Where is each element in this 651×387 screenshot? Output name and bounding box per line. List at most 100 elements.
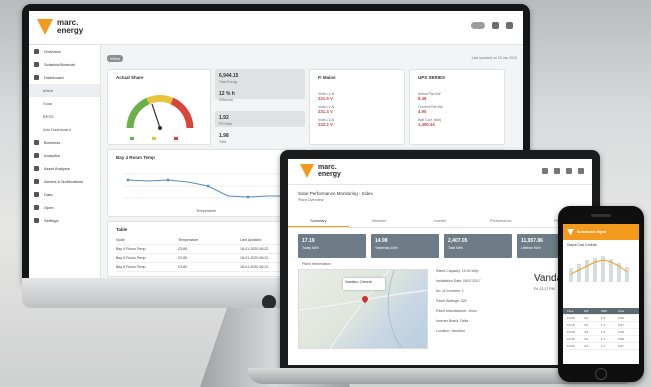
laptop-page-title: Solar Performance Monitoring - Index — [298, 191, 373, 196]
plant-info-list: Rated Capacity: 10.00 kWp Installation D… — [436, 269, 526, 339]
sidebar-item-label: Add Dashboard — [43, 127, 71, 132]
laptop-page-subtitle: Plant Overview — [298, 198, 324, 202]
mains-card: P. Mains Volts L1-N 231.9 V Volts L2-N 2… — [309, 69, 405, 145]
metric-value: 231.4 V — [318, 109, 333, 114]
sidebar-item-emon[interactable]: eMon — [29, 84, 100, 97]
asset-icon — [34, 166, 39, 171]
sidebar-item-business[interactable]: Business — [29, 136, 100, 149]
phone-home-button[interactable] — [595, 368, 607, 380]
table-cell: 23.85 — [178, 256, 187, 260]
sidebar-item-analytics[interactable]: Analytics — [29, 149, 100, 162]
brand-line1: marc. — [318, 164, 337, 171]
phone-cell: 4.4 — [584, 344, 589, 348]
filter-icon[interactable] — [542, 168, 548, 174]
phone-cell: 1.1 — [601, 337, 606, 341]
table-row[interactable]: Bay 5 Room Temp 23.85 18-01-2020 06:22 — [116, 254, 302, 263]
sidebar-item-open[interactable]: Open — [29, 201, 100, 214]
kpi-total: 2,407.05 Total kWh — [444, 234, 512, 258]
map-coastline — [387, 270, 405, 348]
tab-summary[interactable]: Summary — [288, 214, 349, 227]
tab-weather[interactable]: Weather — [349, 214, 410, 227]
temperature-point — [166, 178, 170, 182]
plant-info-row: No. of Inverters: 1 — [436, 289, 464, 293]
plant-location-map[interactable]: Vandalur, Chennai — [298, 269, 428, 349]
tile-value: 1.98 — [219, 133, 229, 139]
phone-cell: 12:30 — [567, 330, 575, 334]
sidebar-item-network[interactable]: Solarlink/Network — [29, 58, 100, 71]
sidebar-item-overview[interactable]: Overview — [29, 45, 100, 58]
tab-inverter[interactable]: Inverter — [410, 214, 471, 227]
sidebar-item-bess[interactable]: BESS — [29, 110, 100, 123]
more-icon[interactable] — [578, 168, 584, 174]
kpi-tile-efficiency: 12 % h Efficiency — [215, 87, 305, 107]
laptop-brand-text: marc. energy — [318, 164, 341, 178]
table-cell: Bay 4 Room Temp — [116, 247, 146, 251]
phone-cell: 0.29 — [618, 330, 624, 334]
marc-energy-logo-icon — [567, 228, 574, 236]
gauge-arc-green — [126, 97, 150, 129]
weather-time: Fri 12:17 PM — [534, 287, 555, 291]
theme-toggle-icon[interactable] — [471, 22, 485, 29]
phone-cell: 0.25 — [618, 316, 624, 320]
plant-info-row: Location: Vandalur — [436, 329, 465, 333]
sidebar-item-solar[interactable]: Solar — [29, 97, 100, 110]
ups-card: UPS SERIES Active Pwr kW 8.48 Current Pw… — [409, 69, 505, 145]
topbar-icons — [471, 22, 513, 29]
tile-value: 1.92 — [219, 115, 229, 121]
phone-cell: 12:45 — [567, 337, 575, 341]
briefcase-icon — [34, 140, 39, 145]
sidebar-item-label: Alarms & Notifications — [44, 179, 84, 184]
user-icon[interactable] — [492, 22, 499, 29]
sidebar-item-dashboard[interactable]: Dashboard — [29, 71, 100, 84]
page-chip[interactable]: eMon — [107, 54, 124, 62]
table-row[interactable]: 12:15 4.5 1.1 0.27 — [563, 322, 639, 329]
laptop-topbar: marc. energy — [288, 159, 592, 185]
temperature-line-chart — [124, 173, 298, 199]
table-row[interactable]: Bay 6 Room Temp 23.82 18-01-2020 06:22 — [116, 263, 302, 272]
kpi-value: 17.19 — [302, 238, 315, 244]
database-icon — [34, 192, 39, 197]
sidebar-item-label: Business — [44, 140, 61, 145]
plant-info-row: Inverter Brand: Delta — [436, 319, 469, 323]
node-table: Node Temperature Last Updated Bay 4 Room… — [116, 236, 302, 272]
laptop-tabs: Summary Weather Inverter Performance Fin… — [288, 214, 592, 228]
phone-cell: 12:15 — [567, 323, 575, 327]
brand[interactable]: marc. energy — [37, 19, 83, 35]
kpi-yesterday: 14.98 Yesterday kWh — [371, 234, 439, 258]
user-icon[interactable] — [566, 168, 572, 174]
sidebar-item-label: Overview — [44, 49, 61, 54]
tile-label: PR Ratio — [219, 122, 233, 126]
tab-performance[interactable]: Performance — [470, 214, 531, 227]
table-row[interactable]: 12:30 4.8 1.2 0.29 — [563, 329, 639, 336]
phone-table: Time kW kWh Cost 12:00 4.2 1.0 0.25 12:1… — [563, 308, 639, 350]
metric-value: 8.48 — [418, 96, 427, 101]
table-row[interactable]: 12:45 4.6 1.1 0.28 — [563, 336, 639, 343]
mains-card-title: P. Mains — [318, 75, 336, 80]
phone-bar-chart — [569, 256, 629, 282]
sidebar-item-add-dashboard[interactable]: Add Dashboard — [29, 123, 100, 136]
kpi-today: 17.19 Today kWh — [298, 234, 366, 258]
more-icon[interactable] — [506, 22, 513, 29]
map-popup[interactable]: Vandalur, Chennai — [343, 278, 385, 290]
phone-cell: 4.5 — [584, 323, 589, 327]
metric-value: 231.9 V — [318, 96, 333, 101]
document-icon[interactable] — [554, 168, 560, 174]
sidebar-item-asset-analysis[interactable]: Asset Analysis — [29, 162, 100, 175]
sidebar-item-data[interactable]: Data — [29, 188, 100, 201]
analytics-icon — [34, 153, 39, 158]
sidebar-item-alarms[interactable]: Alarms & Notifications — [29, 175, 100, 188]
phone-bar — [625, 267, 629, 282]
table-row[interactable]: 12:00 4.2 1.0 0.25 — [563, 315, 639, 322]
plant-info-row: Rated Capacity: 10.00 kWp — [436, 269, 479, 273]
temperature-card: Bay 4 Room Temp Temperature — [107, 149, 307, 217]
kpi-label: Today kWh — [302, 246, 319, 250]
table-row[interactable]: 13:00 4.4 1.1 0.27 — [563, 343, 639, 350]
laptop-screen: marc. energy Solar Performance Monitorin… — [288, 159, 592, 365]
sidebar-item-settings[interactable]: Settings — [29, 214, 100, 227]
laptop-brand[interactable]: marc. energy — [300, 164, 341, 178]
table-header-cell: Node — [116, 238, 125, 242]
phone-cell: 0.27 — [618, 323, 624, 327]
table-row[interactable]: Bay 4 Room Temp 23.88 18-01-2020 06:22 — [116, 245, 302, 254]
gauge-card: Actual Share — [107, 69, 211, 145]
apple-logo-icon — [262, 295, 276, 309]
